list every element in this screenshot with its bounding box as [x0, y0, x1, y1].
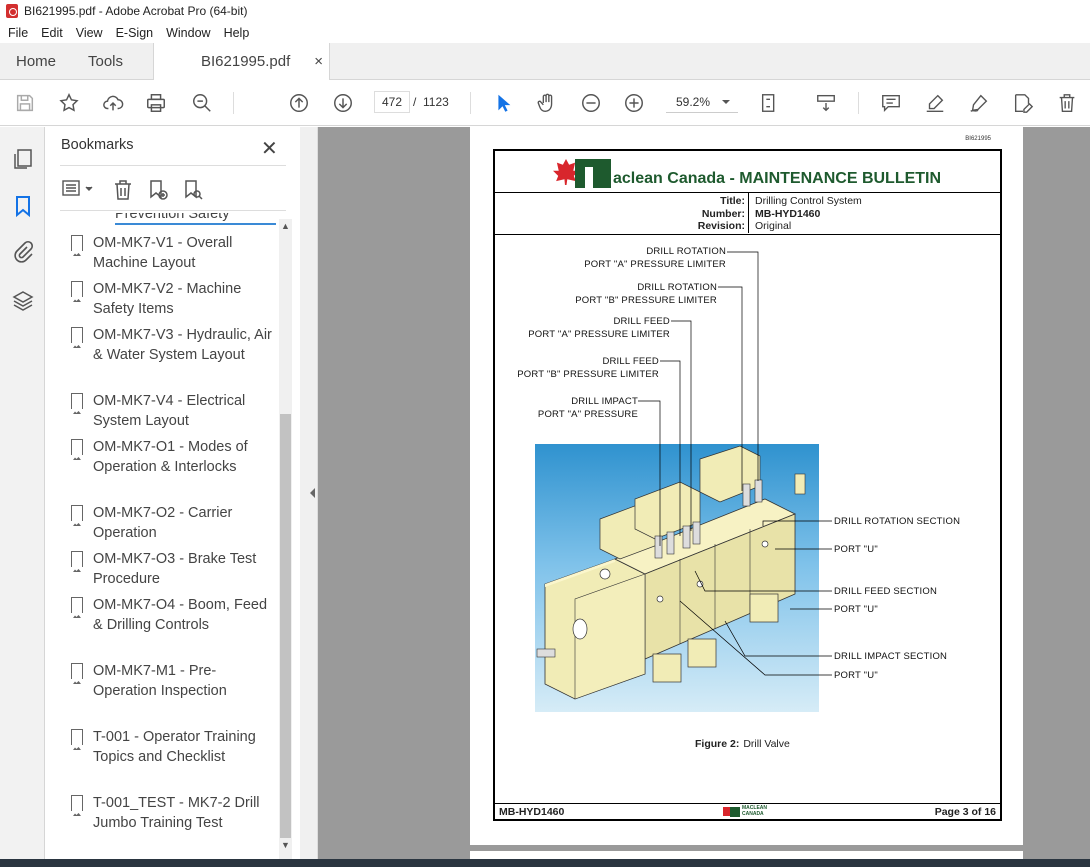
callout-leader-lines	[638, 251, 832, 676]
os-taskbar	[0, 859, 1090, 867]
page-thumbnails-icon[interactable]	[11, 147, 35, 171]
bookmark-icon	[71, 663, 83, 684]
figure-caption: Figure 2: Drill Valve	[695, 738, 790, 750]
bookmark-icon	[71, 281, 83, 302]
highlight-pen-icon[interactable]	[923, 91, 947, 115]
bookmarks-scroll-thumb[interactable]	[280, 414, 291, 838]
menu-view[interactable]: View	[76, 26, 103, 40]
delete-bookmark-icon[interactable]	[111, 178, 135, 200]
footer-page-number: Page 3 of 16	[934, 806, 996, 818]
scroll-down-icon[interactable]: ▼	[280, 840, 291, 854]
previous-page-icon[interactable]	[287, 91, 311, 115]
comment-icon[interactable]	[879, 91, 903, 115]
bookmark-icon	[71, 795, 83, 816]
scroll-up-icon[interactable]: ▲	[280, 221, 291, 235]
bookmarks-list: Prevention Safety OM-MK7-V1 - Overall Ma…	[45, 213, 279, 859]
toolbar-divider	[233, 92, 234, 114]
bulletin-footer: MB-HYD1460 MACLEAN CANADA Page 3 of 16	[495, 803, 1000, 819]
pdf-page: BI621995 aclean Canada - MAINTENANCE BUL…	[470, 127, 1023, 845]
new-bookmark-icon[interactable]	[146, 178, 170, 200]
tab-document-label: BI621995.pdf	[201, 53, 291, 70]
document-id: BI621995	[965, 136, 991, 142]
zoom-in-icon[interactable]	[622, 91, 646, 115]
next-pdf-page	[470, 851, 1023, 859]
cloud-upload-icon[interactable]	[101, 91, 125, 115]
close-panel-icon[interactable]: ✕	[261, 136, 278, 161]
close-tab-icon[interactable]: ×	[314, 43, 323, 80]
bookmark-icon	[71, 729, 83, 750]
delete-icon[interactable]	[1055, 91, 1079, 115]
bookmark-icon	[71, 439, 83, 460]
scroll-mode-icon[interactable]	[814, 91, 838, 115]
layers-icon[interactable]	[11, 289, 35, 313]
select-cursor-icon[interactable]	[491, 91, 515, 115]
panel-collapse-handle[interactable]	[300, 127, 318, 859]
bookmark-item[interactable]: OM-MK7-V3 - Hydraulic, Air & Water Syste…	[71, 325, 279, 365]
bookmarks-toolbar	[60, 165, 286, 211]
save-icon[interactable]	[13, 91, 37, 115]
bookmark-item[interactable]: OM-MK7-O3 - Brake Test Procedure	[71, 549, 279, 589]
tab-document[interactable]: BI621995.pdf ×	[153, 43, 330, 81]
bookmark-item[interactable]: OM-MK7-V4 - Electrical System Layout	[71, 391, 279, 431]
menu-help[interactable]: Help	[224, 26, 250, 40]
bookmark-icon	[71, 235, 83, 256]
bookmark-search-icon[interactable]	[181, 178, 205, 200]
main-toolbar: 472 / 1123 59.2%	[0, 80, 1090, 126]
bookmark-item[interactable]: OM-MK7-O2 - Carrier Operation	[71, 503, 279, 543]
bookmark-item-partial[interactable]: Prevention Safety	[115, 213, 276, 225]
toolbar-divider	[470, 92, 471, 114]
bookmark-icon	[71, 327, 83, 348]
bulletin-frame: aclean Canada - MAINTENANCE BULLETIN Tit…	[493, 149, 1002, 821]
bookmark-icon	[71, 393, 83, 414]
bookmark-item[interactable]: OM-MK7-V1 - Overall Machine Layout	[71, 233, 279, 273]
bookmark-icon	[71, 597, 83, 618]
tab-tools[interactable]: Tools	[88, 43, 123, 80]
print-icon[interactable]	[144, 91, 168, 115]
page-count: / 1123	[413, 95, 449, 109]
footer-doc-number: MB-HYD1460	[499, 806, 565, 818]
current-page-input[interactable]: 472	[374, 91, 410, 113]
hand-tool-icon[interactable]	[535, 91, 559, 115]
zoom-search-icon[interactable]	[190, 91, 214, 115]
star-icon[interactable]	[57, 91, 81, 115]
tab-bar: Home Tools BI621995.pdf ×	[0, 43, 1090, 81]
menu-file[interactable]: File	[8, 26, 28, 40]
left-navigation-rail	[0, 127, 45, 859]
bookmark-item[interactable]: T-001_TEST - MK7-2 Drill Jumbo Training …	[71, 793, 279, 833]
menu-window[interactable]: Window	[166, 26, 210, 40]
sign-icon[interactable]	[967, 91, 991, 115]
collapse-arrow-icon	[305, 488, 315, 498]
pdf-file-icon	[6, 4, 18, 18]
bookmark-options-icon[interactable]	[62, 178, 96, 200]
window-titlebar: BI621995.pdf - Adobe Acrobat Pro (64-bit…	[0, 0, 1090, 22]
bookmarks-panel: Bookmarks ✕ Prevention Safety OM-MK7-V1 …	[45, 127, 299, 859]
menu-bar: File Edit View E-Sign Window Help	[0, 22, 1090, 43]
window-title: BI621995.pdf - Adobe Acrobat Pro (64-bit…	[24, 4, 248, 18]
bookmark-item[interactable]: T-001 - Operator Training Topics and Che…	[71, 727, 279, 767]
menu-esign[interactable]: E-Sign	[116, 26, 154, 40]
bookmark-item[interactable]: OM-MK7-V2 - Machine Safety Items	[71, 279, 279, 319]
zoom-out-icon[interactable]	[579, 91, 603, 115]
next-page-icon[interactable]	[331, 91, 355, 115]
bookmark-item[interactable]: OM-MK7-O1 - Modes of Operation & Interlo…	[71, 437, 279, 477]
page-fit-icon[interactable]	[758, 91, 782, 115]
zoom-level-select[interactable]: 59.2%	[666, 91, 738, 113]
toolbar-divider	[858, 92, 859, 114]
edit-pdf-icon[interactable]	[1011, 91, 1035, 115]
tab-home[interactable]: Home	[16, 43, 56, 80]
bookmark-item[interactable]: OM-MK7-O4 - Boom, Feed & Drilling Contro…	[71, 595, 279, 635]
footer-logo: MACLEAN CANADA	[723, 805, 771, 817]
bookmark-icon	[71, 551, 83, 572]
bookmark-icon	[71, 505, 83, 526]
bookmark-item[interactable]: OM-MK7-M1 - Pre-Operation Inspection	[71, 661, 279, 701]
menu-edit[interactable]: Edit	[41, 26, 63, 40]
bookmark-panel-icon[interactable]	[11, 194, 35, 218]
attachments-icon[interactable]	[11, 240, 35, 264]
bookmarks-title: Bookmarks	[61, 137, 134, 153]
